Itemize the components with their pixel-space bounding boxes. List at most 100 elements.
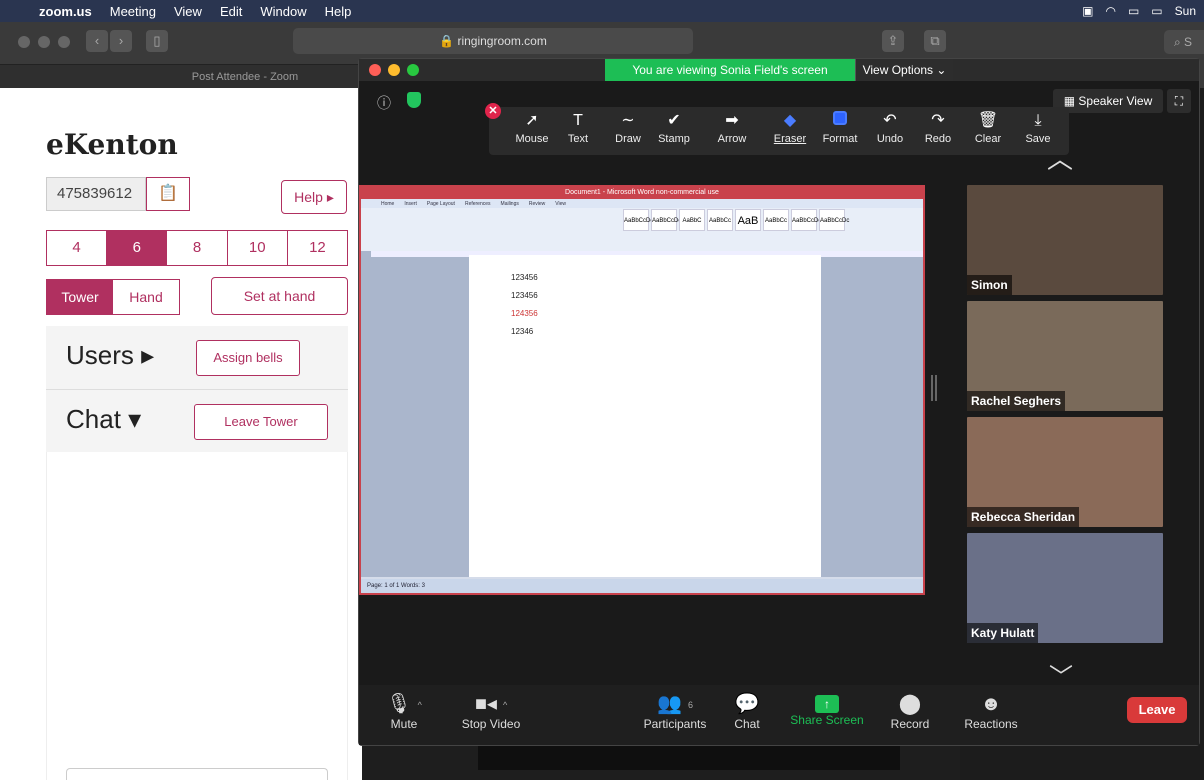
participant-name: Rachel Seghers <box>967 391 1066 411</box>
zoom-window: You are viewing Sonia Field's screen Vie… <box>358 58 1200 746</box>
tool-label: Undo <box>876 133 904 145</box>
menu-window[interactable]: Window <box>251 4 315 19</box>
zoom-status-icon[interactable]: ▣ <box>1082 4 1093 18</box>
chat-panel: Chat ▾ Leave Tower <box>46 390 348 454</box>
copy-id-button[interactable]: 📋 <box>146 177 190 211</box>
back-button[interactable]: ‹ <box>86 30 108 52</box>
split-divider-handle[interactable] <box>931 375 937 401</box>
zoom-maximize-dot[interactable] <box>407 64 419 76</box>
microphone-icon: 🎙 ^ <box>386 693 422 715</box>
text-icon: T <box>573 112 583 129</box>
record-button[interactable]: ⬤ Record <box>885 691 935 731</box>
zoom-close-dot[interactable] <box>369 64 381 76</box>
menu-meeting[interactable]: Meeting <box>101 4 165 19</box>
ribbon-tab-mailings: Mailings <box>500 200 519 207</box>
zoom-dot[interactable] <box>58 36 70 48</box>
eraser-icon: ◆ <box>783 112 797 129</box>
menu-edit[interactable]: Edit <box>211 4 251 19</box>
size-6-button[interactable]: 6 <box>106 231 167 265</box>
share-screen-button[interactable]: ↑ Share Screen <box>789 691 865 727</box>
reactions-button[interactable]: ☻ Reactions <box>961 691 1021 731</box>
tool-label: Redo <box>924 133 952 145</box>
assign-bells-button[interactable]: Assign bells <box>196 340 300 376</box>
ribbon-tab-insert: Insert <box>404 200 417 207</box>
word-status-bar: Page: 1 of 1 Words: 3 <box>361 579 923 593</box>
leave-tower-button[interactable]: Leave Tower <box>194 404 328 440</box>
search-field[interactable]: ⌕ S <box>1164 30 1204 54</box>
minimize-dot[interactable] <box>38 36 50 48</box>
brand-title: eKenton <box>46 128 178 161</box>
close-dot[interactable] <box>18 36 30 48</box>
video-tile-katy[interactable]: Katy Hulatt <box>967 533 1163 643</box>
ekenton-page: eKenton 475839612 📋 Help ▸ 4 6 8 10 12 T… <box>0 88 362 780</box>
zoom-minimize-dot[interactable] <box>388 64 400 76</box>
ribbon-tab-layout: Page Layout <box>426 200 455 207</box>
video-options-caret[interactable]: ^ <box>503 700 507 710</box>
mute-button[interactable]: 🎙 ^ Mute <box>379 691 429 731</box>
participants-button[interactable]: 👥 6 Participants <box>635 691 715 731</box>
participant-count: 6 <box>687 699 693 710</box>
speaker-view-button[interactable]: ▦ Speaker View <box>1053 89 1163 113</box>
arrow-icon: ➡ <box>725 112 739 129</box>
close-annotation-icon[interactable]: ✕ <box>485 103 501 119</box>
menu-help[interactable]: Help <box>316 4 361 19</box>
tower-mode-button[interactable]: Tower <box>47 280 113 314</box>
tabs-icon[interactable]: ⧉ <box>924 30 946 52</box>
tool-stamp[interactable]: ✔ Stamp <box>649 111 699 145</box>
chat-heading[interactable]: Chat ▾ <box>66 404 141 435</box>
chat-button[interactable]: 💬 Chat <box>727 691 767 731</box>
airplay-icon[interactable]: ▭ <box>1128 4 1139 18</box>
hand-mode-button[interactable]: Hand <box>113 280 179 314</box>
fullscreen-icon[interactable]: ⛶ <box>1167 89 1191 113</box>
tool-label: Format <box>822 133 858 145</box>
size-12-button[interactable]: 12 <box>286 231 347 265</box>
size-8-button[interactable]: 8 <box>166 231 226 265</box>
save-icon: ⤓ <box>1034 112 1042 129</box>
menu-view[interactable]: View <box>165 4 211 19</box>
size-4-button[interactable]: 4 <box>47 231 106 265</box>
video-tile-simon[interactable]: Simon <box>967 185 1163 295</box>
forward-button[interactable]: › <box>110 30 132 52</box>
share-icon[interactable]: ⇪ <box>882 30 904 52</box>
tool-undo[interactable]: ↶ Undo <box>865 111 915 145</box>
menu-app-name[interactable]: zoom.us <box>30 4 101 19</box>
tool-label: Eraser <box>773 133 807 145</box>
tool-format[interactable]: Format <box>815 111 865 145</box>
style-no-spacing: AaBbCcDc <box>651 209 681 231</box>
chevron-up-icon[interactable]: ︿ <box>1047 139 1073 176</box>
wifi-icon[interactable]: ◠ <box>1105 4 1115 18</box>
set-at-hand-button[interactable]: Set at hand <box>211 277 348 315</box>
mute-options-caret[interactable]: ^ <box>418 700 422 710</box>
stop-video-button[interactable]: ■◂ ^ Stop Video <box>451 691 531 731</box>
leave-meeting-button[interactable]: Leave <box>1127 697 1187 723</box>
chat-input[interactable] <box>66 768 328 780</box>
tool-mouse[interactable]: ➚ Mouse <box>507 111 557 145</box>
tool-redo[interactable]: ↷ Redo <box>913 111 963 145</box>
battery-icon[interactable]: ▭ <box>1151 4 1162 18</box>
tower-id-field[interactable]: 475839612 <box>46 177 146 211</box>
help-button[interactable]: Help ▸ <box>281 180 347 214</box>
info-icon[interactable]: ⓘ <box>377 93 391 113</box>
ribbon-tab-view: View <box>555 200 567 207</box>
background-window-strip <box>478 746 900 770</box>
size-10-button[interactable]: 10 <box>226 231 287 265</box>
users-heading[interactable]: Users ▸ <box>66 340 154 371</box>
sidebar-toggle-icon[interactable]: ▯ <box>146 30 168 52</box>
menubar-clock[interactable]: Sun <box>1175 4 1196 18</box>
word-page[interactable]: 123456 123456 124356 12346 <box>469 255 821 577</box>
url-bar[interactable]: 🔒 ringingroom.com <box>293 28 693 54</box>
chat-label: Chat <box>734 717 760 731</box>
tool-label: Mouse <box>515 133 549 145</box>
tool-draw[interactable]: ∼ Draw <box>603 111 653 145</box>
video-tile-rachel[interactable]: Rachel Seghers <box>967 301 1163 411</box>
style-emphasis: AaBbCcDc <box>819 209 849 231</box>
meeting-controls: 🎙 ^ Mute ■◂ ^ Stop Video 👥 6 Participants 💬 Cha… <box>359 685 1199 745</box>
view-options-button[interactable]: View Options ⌄ <box>855 59 953 81</box>
shield-icon[interactable] <box>407 92 421 108</box>
tool-text[interactable]: T Text <box>553 111 603 145</box>
users-panel: Users ▸ Assign bells <box>46 326 348 390</box>
tool-eraser[interactable]: ◆ Eraser <box>765 111 815 145</box>
tool-arrow[interactable]: ➡ Arrow <box>707 111 757 145</box>
video-tile-rebecca[interactable]: Rebecca Sheridan <box>967 417 1163 527</box>
tool-clear[interactable]: 🗑 Clear <box>963 111 1013 145</box>
